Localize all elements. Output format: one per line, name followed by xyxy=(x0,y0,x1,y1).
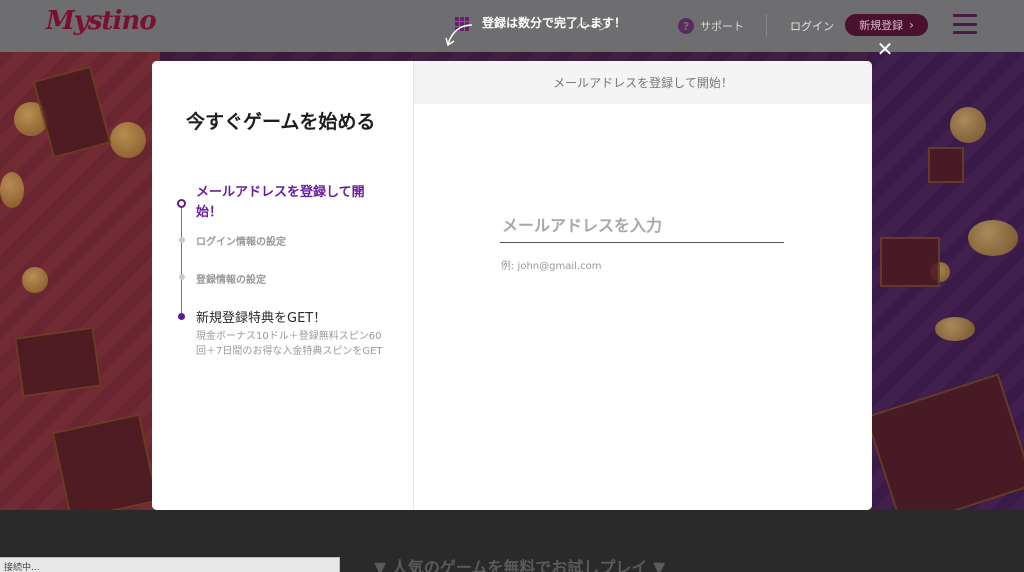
step-progress-line xyxy=(181,203,182,319)
coin-decoration xyxy=(22,267,48,293)
logo[interactable]: Mystino xyxy=(46,6,157,36)
card-decoration xyxy=(51,413,159,510)
form-header: メールアドレスを登録して開始！ xyxy=(414,61,872,104)
step-login-info: ログイン情報の設定 xyxy=(196,237,286,248)
step-dot-reward xyxy=(178,313,185,320)
browser-status-bar: 接続中... xyxy=(0,557,340,572)
login-link[interactable]: ログイン xyxy=(790,14,834,38)
coin-decoration xyxy=(110,122,146,158)
modal-steps-pane: 今すぐゲームを始める メールアドレスを登録して開始！ ログイン情報の設定 登録情… xyxy=(152,61,414,510)
register-button-label: 新規登録 xyxy=(859,19,904,32)
step-dot-active xyxy=(177,199,186,208)
coin-decoration xyxy=(950,107,986,143)
nav-support[interactable]: ? サポート xyxy=(678,14,744,38)
modal-form-pane: メールアドレスを登録して開始！ 例: john@gmail.com xyxy=(414,61,872,510)
step-dot xyxy=(179,237,185,243)
email-input[interactable] xyxy=(500,208,784,243)
step-bonus-description: 現金ボーナス10ドル＋登録無料スピン60回＋7日間のお得な入金特典スピンをGET xyxy=(196,331,383,357)
hamburger-icon[interactable] xyxy=(953,14,977,34)
question-icon: ? xyxy=(678,18,694,34)
curved-arrow-icon xyxy=(445,24,473,47)
step-dot xyxy=(179,274,185,280)
email-example-hint: 例: john@gmail.com xyxy=(501,261,602,272)
card-decoration xyxy=(14,326,102,398)
coin-decoration xyxy=(0,172,24,208)
nav-divider xyxy=(766,14,767,36)
nav-support-label: サポート xyxy=(700,20,744,33)
step-bonus: 新規登録特典をGET！ xyxy=(196,311,327,326)
close-icon[interactable]: ✕ xyxy=(874,38,896,60)
coin-decoration xyxy=(935,317,975,341)
card-decoration xyxy=(928,147,964,183)
step-email: メールアドレスを登録して開始！ xyxy=(196,185,365,220)
signup-tooltip: 登録は数分で完了します！ xyxy=(482,16,627,30)
register-button[interactable]: 新規登録 › xyxy=(845,14,928,36)
signup-modal: 今すぐゲームを始める メールアドレスを登録して開始！ ログイン情報の設定 登録情… xyxy=(152,61,872,510)
chevron-right-icon: › xyxy=(909,18,914,32)
modal-title: 今すぐゲームを始める xyxy=(186,111,376,133)
step-registration-info: 登録情報の設定 xyxy=(196,275,266,286)
games-section-heading: ▼ 人気のゲームを無料でお試しプレイ ▼ xyxy=(374,558,666,572)
card-decoration xyxy=(880,237,940,287)
login-label: ログイン xyxy=(790,20,834,33)
coin-decoration xyxy=(968,220,1018,256)
